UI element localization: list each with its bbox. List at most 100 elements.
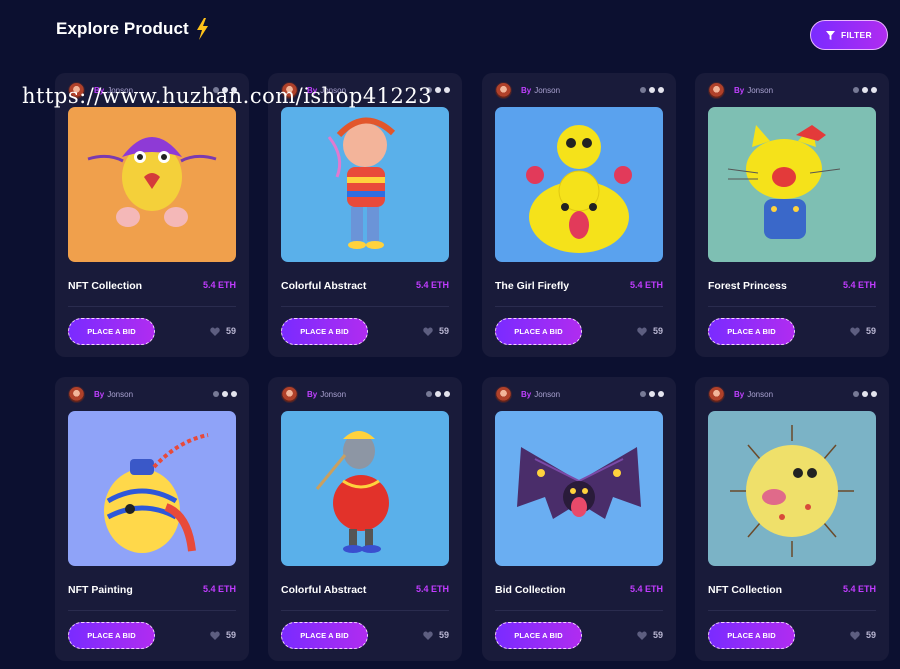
author-line: By Jonson xyxy=(521,86,560,95)
more-options-icon[interactable] xyxy=(426,87,450,93)
avatar[interactable] xyxy=(708,385,725,403)
author-name[interactable]: Jonson xyxy=(747,86,773,95)
like-button[interactable]: 59 xyxy=(210,630,236,640)
place-bid-button[interactable]: PLACE A BID xyxy=(281,622,368,649)
like-button[interactable]: 59 xyxy=(423,326,449,336)
more-options-icon[interactable] xyxy=(853,87,877,93)
nft-image[interactable] xyxy=(495,107,663,262)
like-count: 59 xyxy=(652,326,663,336)
product-price: 5.4 ETH xyxy=(842,280,876,290)
nft-image[interactable] xyxy=(68,107,236,262)
purple-bat-creature-illustration xyxy=(517,447,641,519)
place-bid-button[interactable]: PLACE A BID xyxy=(495,318,582,345)
more-options-icon[interactable] xyxy=(640,87,664,93)
nft-image[interactable] xyxy=(708,411,876,566)
avatar[interactable] xyxy=(495,385,512,403)
avatar[interactable] xyxy=(495,81,512,99)
product-name[interactable]: NFT Collection xyxy=(708,584,782,596)
like-button[interactable]: 59 xyxy=(210,326,236,336)
author-prefix: By xyxy=(734,85,745,95)
more-options-icon[interactable] xyxy=(213,87,237,93)
like-count: 59 xyxy=(438,630,449,640)
author-prefix: By xyxy=(94,85,105,95)
product-card[interactable]: By Jonson NFT Collection 5.4 ETH PLACE A … xyxy=(695,377,889,661)
product-name[interactable]: Bid Collection xyxy=(495,584,566,596)
more-options-icon[interactable] xyxy=(853,391,877,397)
author-name[interactable]: Jonson xyxy=(747,390,773,399)
author-line: By Jonson xyxy=(94,86,133,95)
author-prefix: By xyxy=(94,389,105,399)
place-bid-button[interactable]: PLACE A BID xyxy=(68,622,155,649)
product-name[interactable]: Colorful Abstract xyxy=(281,280,366,292)
lightning-icon xyxy=(196,18,208,40)
author-name[interactable]: Jonson xyxy=(534,390,560,399)
author-prefix: By xyxy=(307,389,318,399)
like-count: 59 xyxy=(652,630,663,640)
avatar[interactable] xyxy=(281,81,298,99)
product-card[interactable]: By Jonson Forest Princess 5.4 ETH PLACE A… xyxy=(695,73,889,357)
author-name[interactable]: Jonson xyxy=(320,86,346,95)
divider xyxy=(68,610,236,611)
like-button[interactable]: 59 xyxy=(850,630,876,640)
product-card[interactable]: By Jonson Colorful Abstract 5.4 ETH PLACE… xyxy=(268,377,462,661)
more-options-icon[interactable] xyxy=(640,391,664,397)
product-price: 5.4 ETH xyxy=(202,280,236,290)
card-header: By Jonson xyxy=(281,385,450,403)
divider xyxy=(68,306,236,307)
like-button[interactable]: 59 xyxy=(850,326,876,336)
nft-image[interactable] xyxy=(281,411,449,566)
like-count: 59 xyxy=(865,630,876,640)
avatar[interactable] xyxy=(281,385,298,403)
like-button[interactable]: 59 xyxy=(423,630,449,640)
product-card[interactable]: By Jonson Bid Collection 5.4 ETH PLACE A … xyxy=(482,377,676,661)
card-header: By Jonson xyxy=(708,81,877,99)
card-header: By Jonson xyxy=(708,385,877,403)
author-line: By Jonson xyxy=(307,86,346,95)
heart-icon xyxy=(423,327,433,336)
author-line: By Jonson xyxy=(734,390,773,399)
avatar[interactable] xyxy=(708,81,725,99)
author-line: By Jonson xyxy=(307,390,346,399)
author-name[interactable]: Jonson xyxy=(320,390,346,399)
striped-shirt-boy-illustration xyxy=(327,117,396,249)
heart-icon xyxy=(423,631,433,640)
place-bid-button[interactable]: PLACE A BID xyxy=(495,622,582,649)
product-price: 5.4 ETH xyxy=(842,584,876,594)
product-name[interactable]: NFT Collection xyxy=(68,280,142,292)
product-name[interactable]: NFT Painting xyxy=(68,584,133,596)
more-options-icon[interactable] xyxy=(213,391,237,397)
product-name[interactable]: The Girl Firefly xyxy=(495,280,569,292)
like-count: 59 xyxy=(438,326,449,336)
place-bid-button[interactable]: PLACE A BID xyxy=(68,318,155,345)
author-name[interactable]: Jonson xyxy=(534,86,560,95)
product-name[interactable]: Colorful Abstract xyxy=(281,584,366,596)
product-name[interactable]: Forest Princess xyxy=(708,280,787,292)
place-bid-button[interactable]: PLACE A BID xyxy=(708,622,795,649)
author-line: By Jonson xyxy=(734,86,773,95)
product-card[interactable]: By Jonson NFT Collection 5.4 ETH PLACE A … xyxy=(55,73,249,357)
more-options-icon[interactable] xyxy=(426,391,450,397)
heart-icon xyxy=(210,327,220,336)
card-header: By Jonson xyxy=(495,81,664,99)
nft-image[interactable] xyxy=(495,411,663,566)
author-name[interactable]: Jonson xyxy=(107,390,133,399)
like-button[interactable]: 59 xyxy=(637,326,663,336)
product-price: 5.4 ETH xyxy=(629,280,663,290)
nft-image[interactable] xyxy=(708,107,876,262)
like-count: 59 xyxy=(865,326,876,336)
yellow-monster-stack-illustration xyxy=(526,125,632,253)
author-name[interactable]: Jonson xyxy=(107,86,133,95)
filter-button[interactable]: FILTER xyxy=(810,20,888,50)
divider xyxy=(281,306,449,307)
nft-image[interactable] xyxy=(68,411,236,566)
place-bid-button[interactable]: PLACE A BID xyxy=(708,318,795,345)
product-card[interactable]: By Jonson The Girl Firefly 5.4 ETH PLACE … xyxy=(482,73,676,357)
place-bid-button[interactable]: PLACE A BID xyxy=(281,318,368,345)
product-card[interactable]: By Jonson Colorful Abstract 5.4 ETH PLACE… xyxy=(268,73,462,357)
product-card[interactable]: By Jonson NFT Painting 5.4 ETH PLACE A BI… xyxy=(55,377,249,661)
avatar[interactable] xyxy=(68,385,85,403)
like-button[interactable]: 59 xyxy=(637,630,663,640)
avatar[interactable] xyxy=(68,81,85,99)
painted-vase-creature-illustration xyxy=(104,433,209,553)
nft-image[interactable] xyxy=(281,107,449,262)
